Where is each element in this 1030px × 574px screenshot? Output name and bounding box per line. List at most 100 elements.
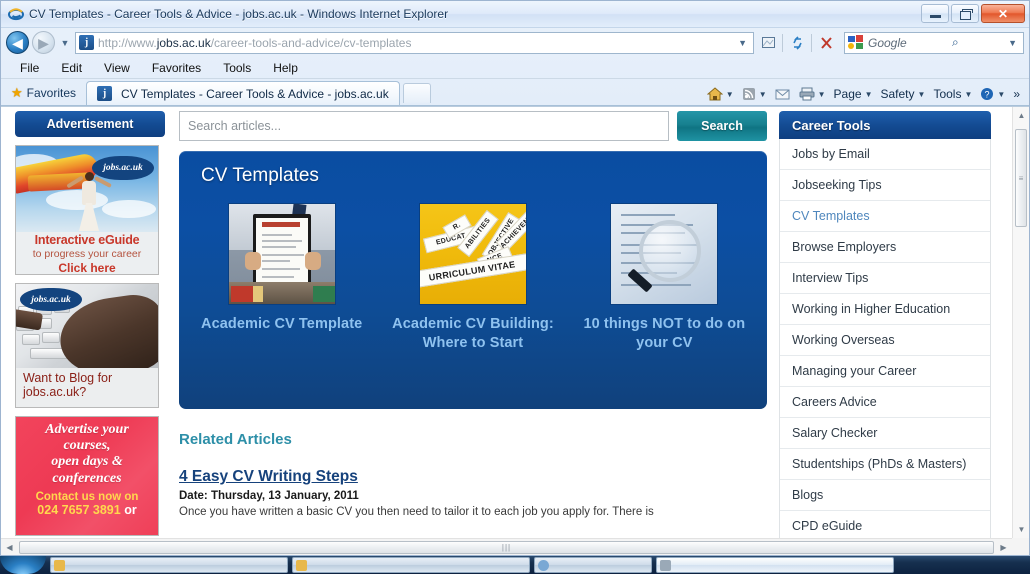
home-icon [706,87,723,101]
ad-eguide-line1: Interactive eGuide [34,233,140,247]
sidebar-item-salary-checker[interactable]: Salary Checker [780,418,990,449]
card-caption[interactable]: Academic CV Building: Where to Start [388,315,557,353]
print-button[interactable]: ▼ [796,85,829,103]
help-menu-button[interactable]: ? ▼ [977,85,1008,103]
forward-button[interactable]: ▶ [32,31,55,54]
sidebar-item-cpd-eguide[interactable]: CPD eGuide [780,511,990,538]
tools-caret[interactable]: ▼ [964,90,972,99]
menu-item-tools[interactable]: Tools [212,59,262,77]
cv-magnifier-photo[interactable] [610,203,719,305]
browser-search-box[interactable]: Google ⌕ ▼ [844,31,1024,54]
ad-advertise-line2: courses, [63,438,111,454]
address-bar: ◀ ▶ ▼ j http://www.jobs.ac.uk/career-too… [1,28,1029,57]
taskbar-item[interactable] [50,557,288,573]
article-title-link[interactable]: 4 Easy CV Writing Steps [179,468,358,485]
sidebar-item-cv-templates[interactable]: CV Templates [780,201,990,232]
sidebar-item-working-in-higher-education[interactable]: Working in Higher Education [780,294,990,325]
magnifier-icon[interactable]: ⌕ [952,35,959,50]
divider [811,33,812,52]
start-button[interactable] [0,556,46,574]
sidebar-item-jobseeking-tips[interactable]: Jobseeking Tips [780,170,990,201]
ad-eguide[interactable]: jobs.ac.uk Interactive eGuide to progres… [15,145,159,275]
vertical-scrollbar[interactable]: ▲ ≡ ▼ [1012,107,1029,538]
minimize-button[interactable] [921,4,949,23]
tools-menu-button[interactable]: Tools ▼ [930,85,975,103]
scroll-left-arrow[interactable]: ◀ [1,539,18,556]
sidebar-item-interview-tips[interactable]: Interview Tips [780,263,990,294]
scroll-up-arrow[interactable]: ▲ [1013,107,1029,124]
word-slip: URRICULUM VITAE [419,253,526,288]
sidebar-item-jobs-by-email[interactable]: Jobs by Email [780,139,990,170]
sidebar-item-careers-advice[interactable]: Careers Advice [780,387,990,418]
refresh-icon[interactable] [786,32,808,54]
menu-item-edit[interactable]: Edit [50,59,93,77]
card-caption[interactable]: 10 things NOT to do on your CV [580,315,749,353]
ad-advertise-line1: Advertise your [45,422,129,437]
taskbar-item-icon [538,559,549,571]
sidebar-item-studentships[interactable]: Studentships (PhDs & Masters) [780,449,990,480]
url-bar[interactable]: j http://www.jobs.ac.uk/career-tools-and… [75,31,754,54]
cv-clipboard-photo[interactable] [227,203,336,305]
home-caret[interactable]: ▼ [726,90,734,99]
url-dropdown-caret[interactable]: ▼ [734,38,751,48]
url-path: /career-tools-and-advice/cv-templates [210,35,412,50]
cv-word-slips-photo[interactable]: EDUCAT ABILITIES OBJECTIVE ACHIEVEME R. … [418,203,527,305]
feeds-button[interactable]: ▼ [739,85,770,103]
mail-button[interactable] [772,86,794,103]
feeds-caret[interactable]: ▼ [759,90,767,99]
recent-pages-caret[interactable]: ▼ [58,38,72,48]
page-menu-button[interactable]: Page ▼ [831,85,876,103]
sidebar-item-blogs[interactable]: Blogs [780,480,990,511]
card-caption[interactable]: Academic CV Template [197,315,366,334]
horizontal-scroll-thumb[interactable]: ||| [19,540,994,554]
ad-blog-line2: jobs.ac.uk? [23,385,87,400]
safety-menu-button[interactable]: Safety ▼ [878,85,929,103]
sidebar-item-managing-your-career[interactable]: Managing your Career [780,356,990,387]
ad-advertise-courses[interactable]: Advertise your courses, open days & conf… [15,416,159,536]
print-caret[interactable]: ▼ [818,90,826,99]
card-10-things-not-to-do[interactable]: 10 things NOT to do on your CV [580,203,749,353]
safety-caret[interactable]: ▼ [918,90,926,99]
safety-menu-label: Safety [880,87,915,101]
ad-eguide-cta[interactable]: Click here [16,261,158,274]
command-bar-overflow[interactable]: » [1010,85,1023,103]
cloud-shape [102,200,156,218]
page-title: CV Templates [201,165,319,186]
taskbar-item[interactable] [292,557,530,573]
card-academic-cv-building[interactable]: EDUCAT ABILITIES OBJECTIVE ACHIEVEME R. … [388,203,557,353]
taskbar-item[interactable] [534,557,652,573]
menu-item-help[interactable]: Help [262,59,309,77]
vertical-scroll-thumb[interactable]: ≡ [1015,129,1027,227]
ad-blog[interactable]: jobs.ac.uk Want to Blog for jobs.ac.uk? [15,283,159,408]
page-menu-label: Page [833,87,862,101]
home-button[interactable]: ▼ [704,85,737,103]
sidebar-item-browse-employers[interactable]: Browse Employers [780,232,990,263]
card-academic-cv-template[interactable]: Academic CV Template [197,203,366,353]
favorites-button[interactable]: ★ Favorites [7,82,86,104]
search-button[interactable]: Search [677,111,767,141]
search-provider-caret[interactable]: ▼ [1004,38,1021,48]
help-caret[interactable]: ▼ [997,90,1005,99]
page-caret[interactable]: ▼ [865,90,873,99]
search-input[interactable]: Search articles... [179,111,669,141]
sidebar-item-working-overseas[interactable]: Working Overseas [780,325,990,356]
scroll-down-arrow[interactable]: ▼ [1013,521,1029,538]
career-tools-header: Career Tools [779,111,991,139]
menu-item-file[interactable]: File [9,59,50,77]
related-article-item: 4 Easy CV Writing Steps Date: Thursday, … [179,468,767,521]
compatibility-view-icon[interactable] [757,32,779,54]
ad-blog-line1: Want to Blog for [23,371,113,385]
restore-button[interactable] [951,4,979,23]
browser-tab-active[interactable]: j CV Templates - Career Tools & Advice -… [86,81,400,105]
help-icon: ? [981,88,994,100]
stop-icon[interactable] [815,32,837,54]
scroll-right-arrow[interactable]: ▶ [995,539,1012,556]
taskbar [0,556,1030,574]
back-button[interactable]: ◀ [6,31,29,54]
horizontal-scrollbar[interactable]: ◀ ||| ▶ [1,538,1012,555]
new-tab-button[interactable] [402,83,431,103]
close-button[interactable]: ✕ [981,4,1025,23]
taskbar-item-active[interactable] [656,557,894,573]
menu-item-favorites[interactable]: Favorites [141,59,212,77]
menu-item-view[interactable]: View [93,59,141,77]
